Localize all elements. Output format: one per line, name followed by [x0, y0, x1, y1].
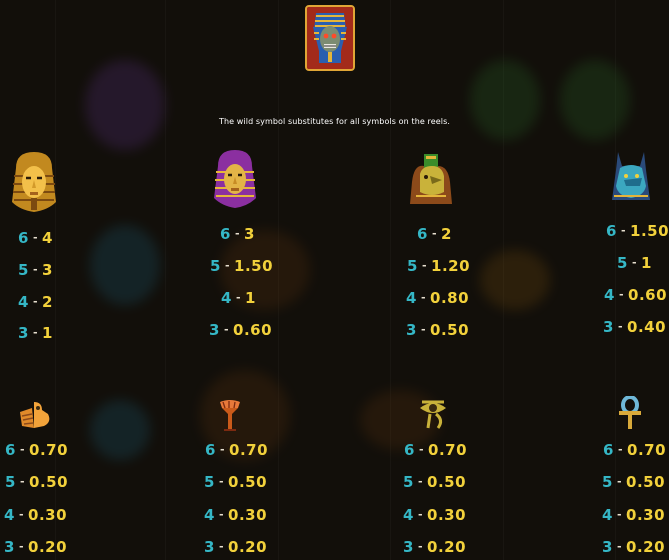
pay-line: 3-0.40 — [603, 318, 667, 336]
pay-line: 5-1 — [617, 254, 652, 272]
pay-line: 4-0.60 — [604, 286, 668, 304]
pay-line: 6-0.70 — [603, 441, 667, 459]
eye-of-horus-icon — [418, 398, 448, 436]
pay-line: 3-0.20 — [204, 538, 268, 556]
wild-description: The wild symbol substitutes for all symb… — [218, 117, 451, 126]
pay-line: 4-0.30 — [602, 506, 666, 524]
pay-line: 5-0.50 — [204, 473, 268, 491]
winged-scarab-icon — [18, 398, 52, 436]
pay-line: 5-0.50 — [602, 473, 666, 491]
pay-line: 4-0.30 — [403, 506, 467, 524]
pay-line: 5-0.50 — [5, 473, 69, 491]
pay-line: 4-1 — [221, 289, 256, 307]
ankh-icon — [617, 395, 643, 434]
pay-line: 5-1.50 — [210, 257, 274, 275]
pay-line: 6-0.70 — [205, 441, 269, 459]
pay-line: 4-2 — [18, 293, 53, 311]
gold-pharaoh-mask-icon — [8, 150, 60, 222]
wild-pharaoh-mummy-icon — [305, 5, 355, 71]
pay-line: 3-1 — [18, 324, 53, 342]
pay-line: 3-0.20 — [403, 538, 467, 556]
green-falcon-head-icon — [408, 152, 454, 214]
pay-line: 6-3 — [220, 225, 255, 243]
pay-line: 4-0.80 — [406, 289, 470, 307]
pay-line: 5-0.50 — [403, 473, 467, 491]
pay-line: 3-0.20 — [602, 538, 666, 556]
pay-line: 6-1.50 — [606, 222, 669, 240]
pay-line: 4-0.30 — [4, 506, 68, 524]
pay-line: 3-0.50 — [406, 321, 470, 339]
pay-line: 6-2 — [417, 225, 452, 243]
pay-line: 5-1.20 — [407, 257, 471, 275]
pay-line: 3-0.20 — [4, 538, 68, 556]
background-reels — [0, 0, 669, 560]
pay-line: 4-0.30 — [204, 506, 268, 524]
pay-line: 3-0.60 — [209, 321, 273, 339]
purple-pharaoh-mask-icon — [210, 148, 260, 214]
lotus-icon — [216, 398, 244, 436]
blue-anubis-head-icon — [606, 150, 656, 212]
pay-line: 6-0.70 — [404, 441, 468, 459]
pay-line: 6-0.70 — [5, 441, 69, 459]
pay-line: 6-4 — [18, 229, 53, 247]
pay-line: 5-3 — [18, 261, 53, 279]
